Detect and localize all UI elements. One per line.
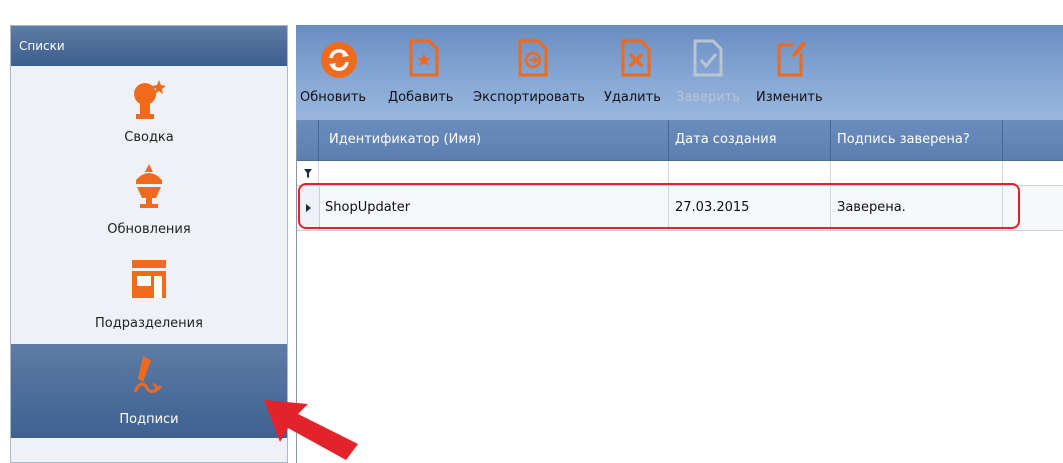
filter-cell-selector: [297, 161, 319, 185]
column-header-certified[interactable]: Подпись заверена?: [831, 120, 1003, 160]
delete-button[interactable]: Удалить: [604, 25, 670, 120]
signature-icon: [133, 356, 163, 393]
annotation-arrow-icon: [264, 400, 358, 460]
delete-button-label: Удалить: [604, 90, 661, 105]
edit-button-label: Изменить: [756, 90, 823, 105]
nav-item-signatures-label: Подписи: [119, 412, 179, 427]
signatures-grid: Идентификатор (Имя) Дата создания Подпис…: [296, 120, 1063, 463]
edit-button[interactable]: Изменить: [756, 25, 832, 120]
certify-document-icon: [693, 39, 723, 77]
column-header-created[interactable]: Дата создания: [669, 120, 831, 160]
row-selector[interactable]: [297, 186, 320, 230]
edit-document-icon: [777, 41, 806, 77]
certify-button-label: Заверить: [676, 90, 740, 105]
updates-icon: [136, 164, 162, 208]
nav-item-signatures[interactable]: Подписи: [11, 344, 287, 438]
nav-item-divisions-label: Подразделения: [95, 316, 203, 331]
delete-document-icon: [621, 39, 651, 77]
add-button[interactable]: Добавить: [388, 25, 466, 120]
nav-item-updates[interactable]: Обновления: [11, 160, 287, 250]
nav-item-summary-label: Сводка: [124, 130, 174, 145]
toolbar: Обновить Добавить Экспортировать Удалить…: [296, 25, 1063, 121]
lists-panel: Списки Сводка Обновления Подразделения П…: [10, 25, 288, 463]
grid-header: Идентификатор (Имя) Дата создания Подпис…: [297, 120, 1063, 161]
filter-cell-name[interactable]: [319, 161, 669, 185]
store-icon: [132, 260, 166, 298]
cell-certified[interactable]: Заверена.: [831, 186, 1003, 230]
filter-icon[interactable]: [297, 161, 319, 185]
nav-item-divisions[interactable]: Подразделения: [11, 254, 287, 344]
export-button[interactable]: Экспортировать: [473, 25, 599, 120]
current-row-arrow-icon: [306, 204, 311, 212]
filter-cell-created[interactable]: [669, 161, 831, 185]
refresh-button-label: Обновить: [300, 90, 367, 105]
add-button-label: Добавить: [388, 90, 454, 105]
cell-created[interactable]: 27.03.2015: [669, 186, 831, 230]
refresh-button[interactable]: Обновить: [300, 25, 382, 120]
table-row[interactable]: ShopUpdater 27.03.2015 Заверена.: [297, 186, 1063, 231]
cell-name[interactable]: ShopUpdater: [319, 186, 669, 230]
export-document-icon: [518, 39, 548, 77]
lists-panel-header: Списки: [11, 26, 287, 66]
add-document-icon: [409, 39, 439, 77]
nav-item-summary[interactable]: Сводка: [11, 70, 287, 150]
export-button-label: Экспортировать: [473, 90, 585, 105]
filter-cell-certified[interactable]: [831, 161, 1003, 185]
nav-item-updates-label: Обновления: [107, 222, 191, 237]
certify-button[interactable]: Заверить: [676, 25, 742, 120]
grid-header-selector: [297, 120, 319, 160]
column-header-name[interactable]: Идентификатор (Имя): [319, 120, 669, 160]
filter-row: [297, 161, 1063, 186]
summary-icon: [134, 80, 166, 119]
refresh-icon: [321, 42, 357, 78]
